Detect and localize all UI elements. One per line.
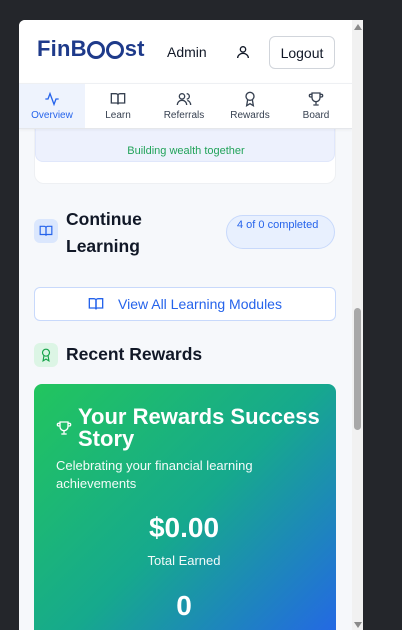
activity-icon: [45, 91, 59, 107]
logo-text-start: FinB: [37, 36, 87, 61]
logo-o-icon: [106, 41, 125, 59]
book-open-icon: [34, 219, 58, 243]
tab-bar: Overview Learn Referrals Rewards Board: [19, 83, 352, 129]
tab-label: Learn: [105, 110, 131, 121]
finboost-logo[interactable]: FinB st: [37, 36, 145, 62]
page-viewport: Building wealth together Continue Learni…: [19, 20, 352, 630]
book-icon: [110, 93, 126, 105]
user-name: Admin: [167, 44, 207, 60]
scroll-down-arrow-icon[interactable]: [354, 622, 362, 628]
book-open-icon: [88, 298, 104, 310]
view-all-modules-button[interactable]: View All Learning Modules: [34, 287, 336, 321]
award-icon: [34, 343, 58, 367]
tab-label: Rewards: [230, 110, 270, 121]
logo-o-icon: [87, 41, 106, 59]
tab-overview[interactable]: Overview: [19, 84, 85, 128]
app-header: FinB st Admin Logout: [19, 20, 352, 83]
tagline-text: Building wealth together: [127, 145, 245, 157]
tab-referrals[interactable]: Referrals: [151, 84, 217, 128]
tab-rewards[interactable]: Rewards: [217, 84, 283, 128]
scroll-up-arrow-icon[interactable]: [354, 24, 362, 30]
rewards-card-subtitle: Celebrating your financial learning achi…: [56, 458, 253, 491]
award-icon: [245, 91, 255, 107]
continue-learning-title: Continue Learning: [66, 209, 142, 256]
tab-label: Referrals: [163, 110, 205, 121]
progress-badge: 4 of 0 completed: [226, 215, 335, 249]
rewards-count: 0: [176, 590, 192, 621]
recent-rewards-title: Recent Rewards: [66, 344, 203, 364]
trophy-icon: [56, 421, 72, 435]
rewards-success-card: Your Rewards Success Story Celebrating y…: [34, 384, 336, 630]
app-window: Building wealth together Continue Learni…: [19, 20, 363, 630]
logout-button[interactable]: Logout: [269, 36, 335, 69]
logo-text-end: st: [124, 36, 145, 61]
vertical-scrollbar[interactable]: [352, 20, 363, 630]
total-earned-label: Total Earned: [147, 553, 221, 568]
tab-board[interactable]: Board: [283, 84, 349, 128]
tab-label: Overview: [31, 110, 73, 121]
users-icon: [176, 93, 192, 106]
rewards-card-title: Your Rewards Success Story: [78, 404, 320, 451]
tab-label: Board: [302, 110, 330, 121]
total-earned-amount: $0.00: [148, 512, 220, 543]
view-all-label: View All Learning Modules: [118, 296, 282, 312]
scrollbar-thumb[interactable]: [354, 308, 361, 430]
user-icon[interactable]: [235, 43, 251, 61]
trophy-icon: [308, 92, 324, 106]
tab-learn[interactable]: Learn: [85, 84, 151, 128]
